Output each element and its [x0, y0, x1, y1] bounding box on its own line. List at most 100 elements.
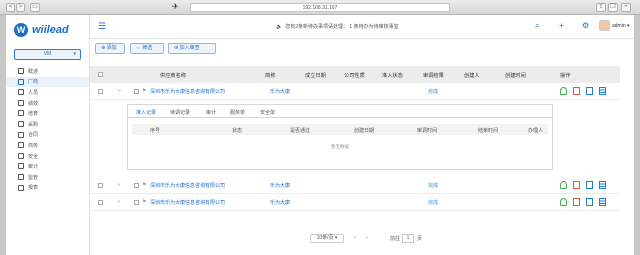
- flag-icon[interactable]: ⚑: [142, 88, 146, 94]
- vendor-short-name[interactable]: 乐为大康: [270, 182, 290, 189]
- vendor-short-name[interactable]: 乐为大康: [270, 88, 290, 95]
- page-size-select[interactable]: 10条/页 ▾: [310, 234, 344, 243]
- sidebar-item[interactable]: 合同: [6, 130, 89, 141]
- row-select-checkbox[interactable]: [134, 183, 139, 188]
- filter-button[interactable]: ⇔ 筛选: [130, 43, 164, 54]
- table-row[interactable]: › ⚑ 深圳市乐为大康信息咨询有限公司 乐为大康 完成: [90, 194, 620, 211]
- flag-icon[interactable]: ⚑: [142, 199, 146, 205]
- edit-icon[interactable]: [586, 198, 593, 206]
- sidebar-item[interactable]: 概述: [6, 66, 89, 77]
- overview-icon: [18, 68, 24, 74]
- document-icon[interactable]: [599, 87, 606, 95]
- notice-text: 您有2条新待办事项请处理： 1 条待办为待审核事宜: [285, 24, 399, 30]
- module-selector[interactable]: VM ▾: [14, 49, 81, 60]
- delete-icon[interactable]: [573, 198, 580, 206]
- user-icon[interactable]: [560, 87, 567, 95]
- vendor-short-name[interactable]: 乐为大康: [270, 199, 290, 206]
- expand-icon[interactable]: ›: [118, 199, 120, 205]
- add-button[interactable]: ⊕ 添加: [95, 43, 125, 54]
- flag-icon[interactable]: ⚑: [142, 182, 146, 188]
- add-icon[interactable]: +: [559, 21, 564, 30]
- user-menu[interactable]: admin ▾: [612, 23, 630, 29]
- detail-tab[interactable]: 准入记录: [136, 109, 156, 116]
- back-button[interactable]: <: [6, 3, 15, 12]
- brand-name: wiilead: [32, 24, 69, 36]
- user-icon[interactable]: [560, 181, 567, 189]
- forward-button[interactable]: >: [16, 3, 25, 12]
- delete-icon[interactable]: [573, 181, 580, 189]
- detail-tabs: 准入记录 待调记录 审计 服务单 安全单: [128, 105, 552, 118]
- cultivate-icon: [18, 110, 24, 117]
- join-review-button[interactable]: ⊕ 加入审查: [168, 43, 216, 54]
- vendor-name-link[interactable]: 深圳市乐为大康信息咨询有限公司: [150, 88, 225, 95]
- document-icon[interactable]: [599, 198, 606, 206]
- sidebar-item-label: 安全: [28, 153, 39, 160]
- user-icon[interactable]: [560, 198, 567, 206]
- notice-banner[interactable]: 🔈 您有2条新待办事项请处理： 1 条待办为待审核事宜: [276, 23, 399, 30]
- new-tab-icon[interactable]: +: [621, 3, 631, 12]
- detail-tab[interactable]: 审计: [206, 109, 216, 116]
- sidebar-toggle-icon[interactable]: ▭: [30, 3, 40, 12]
- sidebar-item[interactable]: 安全: [6, 151, 89, 162]
- page-number-input[interactable]: 1: [402, 234, 414, 243]
- page-size-value: 10条/页: [316, 235, 334, 241]
- sidebar-item-label: 绩效: [28, 100, 39, 107]
- sidebar-item-label: 厂商: [28, 79, 39, 86]
- sidebar-item[interactable]: 厂商: [6, 76, 89, 88]
- collapse-icon[interactable]: –: [118, 88, 121, 94]
- empty-state: 暂无数据: [331, 144, 349, 149]
- document-icon[interactable]: [599, 181, 606, 189]
- sidebar-item[interactable]: 培育: [6, 108, 89, 119]
- sidebar-item[interactable]: 采购: [6, 119, 89, 130]
- sidebar-item[interactable]: 商务: [6, 140, 89, 151]
- tabs-icon[interactable]: ❐: [608, 3, 618, 12]
- row-select-checkbox[interactable]: [134, 89, 139, 94]
- table-row[interactable]: – ⚑ 深圳市乐为大康信息咨询有限公司 乐为大康 完成: [90, 83, 620, 100]
- menu-toggle-icon[interactable]: ☰: [98, 21, 106, 32]
- table-row[interactable]: › ⚑ 深圳市乐为大康信息咨询有限公司 乐为大康 完成: [90, 177, 620, 194]
- row-checkbox[interactable]: [98, 89, 103, 94]
- sidebar-item[interactable]: 审计: [6, 161, 89, 172]
- gear-icon[interactable]: ⚙: [582, 21, 589, 30]
- sidebar-item-label: 培育: [28, 111, 39, 118]
- sidebar-item[interactable]: 监管: [6, 172, 89, 183]
- detail-column-header: 审调时间: [417, 128, 438, 134]
- column-header: 准入状态: [382, 73, 403, 79]
- row-checkbox[interactable]: [98, 183, 103, 188]
- select-all-checkbox[interactable]: [98, 72, 103, 77]
- detail-tab[interactable]: 服务单: [230, 109, 245, 116]
- search-icon[interactable]: ⌕: [535, 21, 539, 31]
- vendor-name-link[interactable]: 深圳市乐为大康信息咨询有限公司: [150, 182, 225, 189]
- prev-page-icon[interactable]: ‹: [354, 235, 356, 241]
- vendor-icon: [18, 78, 24, 85]
- detail-column-header: 办理人: [528, 128, 544, 134]
- edit-icon[interactable]: [586, 181, 593, 189]
- sidebar-item-label: 审计: [28, 164, 39, 171]
- row-checkbox[interactable]: [98, 200, 103, 205]
- expand-icon[interactable]: ›: [118, 182, 120, 188]
- vendor-table: 供应商名称 简称 成立日期 公司性质 准入状态 审调结果 创建人 创建时间 操作 – ⚑ 深圳市乐为…: [90, 66, 620, 211]
- security-icon: [18, 152, 24, 159]
- review-result: 完成: [428, 183, 439, 189]
- detail-tab[interactable]: 待调记录: [170, 109, 190, 116]
- column-header: 供应商名称: [160, 73, 186, 79]
- sidebar-item[interactable]: 人员: [6, 87, 89, 98]
- next-page-icon[interactable]: ›: [366, 235, 368, 241]
- row-select-checkbox[interactable]: [134, 200, 139, 205]
- sidebar-item[interactable]: 绩效: [6, 98, 89, 109]
- address-bar[interactable]: 192.168.31.107: [190, 3, 450, 12]
- edit-icon[interactable]: [586, 87, 593, 95]
- sidebar-item-label: 报表: [28, 185, 39, 192]
- delete-icon[interactable]: [573, 87, 580, 95]
- sidebar-item-label: 人员: [28, 89, 39, 96]
- column-header: 创建时间: [505, 73, 526, 79]
- sidebar-item[interactable]: 报表: [6, 183, 89, 194]
- share-icon[interactable]: ⇪: [596, 3, 606, 12]
- audit-icon: [18, 163, 24, 170]
- vendor-name-link[interactable]: 深圳市乐为大康信息咨询有限公司: [150, 199, 225, 206]
- detail-column-header: 是否通过: [290, 128, 311, 134]
- brand-mark-icon: W: [14, 23, 28, 37]
- detail-tab[interactable]: 安全单: [260, 109, 275, 116]
- avatar[interactable]: [599, 20, 610, 31]
- goto-label: 前往: [390, 236, 401, 242]
